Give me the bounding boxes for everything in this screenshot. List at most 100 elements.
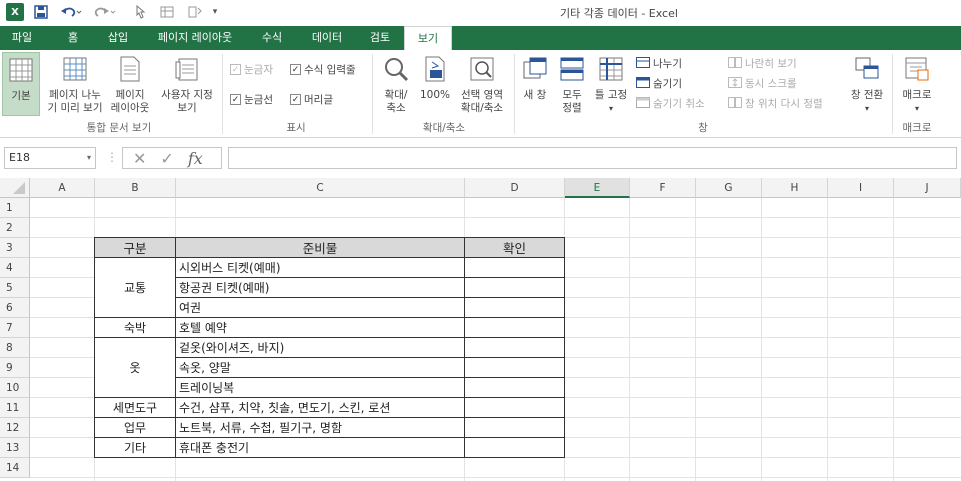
row-header-2[interactable]: 2 [0, 218, 30, 238]
item-cell[interactable]: 시외버스 티켓(예매) [175, 257, 465, 278]
category-cell[interactable]: 교통 [94, 257, 176, 318]
item-cell[interactable]: 항공권 티켓(예매) [175, 277, 465, 298]
custom-views-button[interactable]: 사용자 지정 보기 [156, 56, 218, 115]
check-cell[interactable] [464, 437, 565, 458]
row-header-3[interactable]: 3 [0, 238, 30, 258]
row-header-8[interactable]: 8 [0, 338, 30, 358]
tab-view[interactable]: 보기 [404, 26, 452, 50]
unhide-button[interactable]: 숨기기 취소 [636, 96, 705, 111]
normal-view-button[interactable]: 기본 [2, 52, 40, 116]
gridlines-checkbox[interactable]: ✓ 눈금선 [230, 92, 273, 107]
zoom-100-button[interactable]: 100% [416, 56, 454, 102]
zoom-button[interactable]: 확대/ 축소 [378, 56, 414, 115]
headings-checkbox[interactable]: ✓ 머리글 [290, 92, 333, 107]
row-header-13[interactable]: 13 [0, 438, 30, 458]
arrange-all-button[interactable]: 모두 정렬 [556, 56, 588, 115]
column-header-a[interactable]: A [30, 178, 95, 198]
column-header-f[interactable]: F [630, 178, 696, 198]
column-header-j[interactable]: J [894, 178, 961, 198]
form-icon[interactable] [158, 3, 176, 21]
formula-bar-checkbox[interactable]: ✓ 수식 입력줄 [290, 62, 356, 77]
tab-home[interactable]: 홈 [56, 26, 90, 50]
category-cell[interactable]: 세면도구 [94, 397, 176, 418]
row-header-4[interactable]: 4 [0, 258, 30, 278]
tab-insert[interactable]: 삽입 [98, 26, 138, 50]
page-break-preview-button[interactable]: 페이지 나누 기 미리 보기 [44, 56, 106, 115]
tab-formulas[interactable]: 수식 [252, 26, 292, 50]
cancel-icon[interactable]: ✕ [133, 149, 146, 168]
tab-review[interactable]: 검토 [360, 26, 400, 50]
new-window-button[interactable]: 새 창 [518, 56, 552, 102]
touch-mode-icon[interactable] [132, 3, 148, 21]
check-cell[interactable] [464, 277, 565, 298]
name-box-dropdown-icon[interactable]: ▾ [87, 148, 91, 168]
item-cell[interactable]: 노트북, 서류, 수첩, 필기구, 명함 [175, 417, 465, 438]
synchronous-scrolling-button[interactable]: 동시 스크롤 [728, 76, 797, 91]
table-header-cell[interactable]: 준비물 [175, 237, 465, 258]
select-all-corner[interactable] [0, 178, 30, 198]
window-group-label: 창 [698, 122, 708, 134]
row-header-11[interactable]: 11 [0, 398, 30, 418]
row-header-14[interactable]: 14 [0, 458, 30, 478]
row-header-1[interactable]: 1 [0, 198, 30, 218]
check-cell[interactable] [464, 417, 565, 438]
excel-app-icon[interactable]: X [6, 3, 24, 21]
check-cell[interactable] [464, 317, 565, 338]
row-header-5[interactable]: 5 [0, 278, 30, 298]
item-cell[interactable]: 겉옷(와이셔즈, 바지) [175, 337, 465, 358]
item-cell[interactable]: 여권 [175, 297, 465, 318]
item-cell[interactable]: 호텔 예약 [175, 317, 465, 338]
category-cell[interactable]: 옷 [94, 337, 176, 398]
item-cell[interactable]: 속옷, 양말 [175, 357, 465, 378]
worksheet-grid[interactable]: ABCDEFGHIJ 1 2 3 4 5 6 7 8 9 10 11 12 13 14 구분 준비물 확인 교통… [0, 178, 961, 481]
row-header-9[interactable]: 9 [0, 358, 30, 378]
row-header-12[interactable]: 12 [0, 418, 30, 438]
table-header-cell[interactable]: 구분 [94, 237, 176, 258]
switch-windows-button[interactable]: 창 전환 ▾ [846, 56, 888, 115]
check-cell[interactable] [464, 257, 565, 278]
column-header-g[interactable]: G [696, 178, 762, 198]
category-cell[interactable]: 기타 [94, 437, 176, 458]
customize-icon[interactable]: ▾ [208, 3, 222, 21]
page-layout-view-button[interactable]: 페이지 레이아웃 [106, 56, 154, 115]
item-cell[interactable]: 휴대폰 충전기 [175, 437, 465, 458]
row-header-10[interactable]: 10 [0, 378, 30, 398]
check-cell[interactable] [464, 357, 565, 378]
item-cell[interactable]: 수건, 샴푸, 치약, 칫솔, 면도기, 스킨, 로션 [175, 397, 465, 418]
column-header-h[interactable]: H [762, 178, 828, 198]
insert-function-icon[interactable]: fx [188, 149, 203, 168]
enter-icon[interactable]: ✓ [160, 149, 173, 168]
category-cell[interactable]: 숙박 [94, 317, 176, 338]
hide-button[interactable]: 숨기기 [636, 76, 682, 91]
item-cell[interactable]: 트레이닝복 [175, 377, 465, 398]
tab-page-layout[interactable]: 페이지 레이아웃 [148, 26, 242, 50]
formula-input[interactable] [228, 147, 957, 169]
column-header-e[interactable]: E [565, 178, 630, 198]
column-header-c[interactable]: C [176, 178, 465, 198]
freeze-panes-button[interactable]: 틀 고정 ▾ [592, 56, 630, 115]
tab-data[interactable]: 데이터 [302, 26, 352, 50]
sort-icon[interactable] [186, 3, 204, 21]
undo-icon[interactable] [58, 3, 84, 21]
check-cell[interactable] [464, 377, 565, 398]
row-header-6[interactable]: 6 [0, 298, 30, 318]
check-cell[interactable] [464, 297, 565, 318]
split-button[interactable]: 나누기 [636, 56, 682, 71]
row-header-7[interactable]: 7 [0, 318, 30, 338]
save-icon[interactable] [32, 3, 50, 21]
column-header-i[interactable]: I [828, 178, 894, 198]
column-header-d[interactable]: D [465, 178, 565, 198]
column-header-b[interactable]: B [95, 178, 176, 198]
ruler-checkbox[interactable]: ✓ 눈금자 [230, 62, 273, 77]
check-cell[interactable] [464, 397, 565, 418]
tab-file[interactable]: 파일 [0, 26, 44, 50]
view-side-by-side-button[interactable]: 나란히 보기 [728, 56, 797, 71]
redo-icon[interactable] [92, 3, 118, 21]
table-header-cell[interactable]: 확인 [464, 237, 565, 258]
category-cell[interactable]: 업무 [94, 417, 176, 438]
check-cell[interactable] [464, 337, 565, 358]
name-box[interactable]: E18 ▾ [4, 147, 96, 169]
reset-window-position-button[interactable]: 창 위치 다시 정렬 [728, 96, 823, 111]
zoom-to-selection-button[interactable]: 선택 영역 확대/축소 [454, 56, 510, 115]
macros-button[interactable]: 매크로 ▾ [896, 56, 938, 115]
